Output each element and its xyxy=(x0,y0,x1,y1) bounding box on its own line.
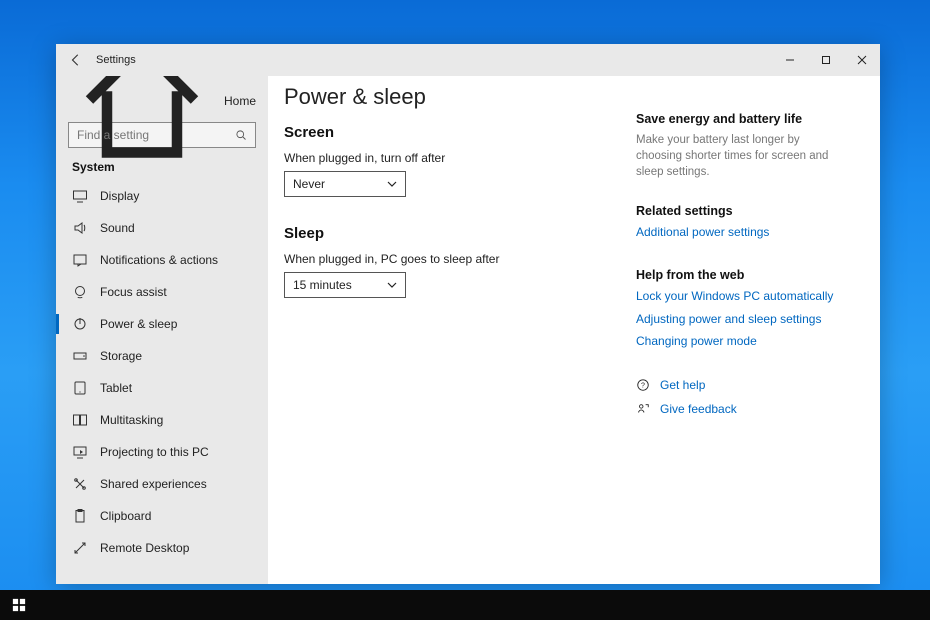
sidebar-item-label: Sound xyxy=(100,221,135,235)
start-button[interactable] xyxy=(4,590,34,620)
search-placeholder: Find a setting xyxy=(77,128,149,142)
sidebar-item-display[interactable]: Display xyxy=(68,180,256,212)
sidebar-item-clipboard[interactable]: Clipboard xyxy=(68,500,256,532)
tablet-icon xyxy=(72,380,88,396)
screen-turnoff-dropdown[interactable]: Never xyxy=(284,171,406,197)
sidebar-item-label: Notifications & actions xyxy=(100,253,218,267)
settings-window: Settings Home Find a setting xyxy=(56,44,880,584)
screen-heading: Screen xyxy=(284,124,620,141)
nav-list: Display Sound Notifications & actions Fo… xyxy=(68,180,256,564)
give-feedback-row[interactable]: Give feedback xyxy=(636,401,846,417)
window-controls xyxy=(772,44,880,76)
aside-column: Save energy and battery life Make your b… xyxy=(636,84,846,572)
home-label: Home xyxy=(224,94,256,108)
sidebar-item-notifications[interactable]: Notifications & actions xyxy=(68,244,256,276)
sidebar-item-focus-assist[interactable]: Focus assist xyxy=(68,276,256,308)
give-feedback-link[interactable]: Give feedback xyxy=(660,401,737,417)
help-heading: Help from the web xyxy=(636,268,846,282)
sidebar-item-label: Tablet xyxy=(100,381,132,395)
related-heading: Related settings xyxy=(636,204,846,218)
get-help-row[interactable]: ? Get help xyxy=(636,377,846,393)
sidebar-item-storage[interactable]: Storage xyxy=(68,340,256,372)
sleep-after-label: When plugged in, PC goes to sleep after xyxy=(284,252,620,266)
help-link-power-mode[interactable]: Changing power mode xyxy=(636,333,846,349)
windows-logo-icon xyxy=(12,598,26,612)
home-button[interactable]: Home xyxy=(68,86,256,116)
display-icon xyxy=(72,188,88,204)
shared-experiences-icon xyxy=(72,476,88,492)
sidebar-item-remote-desktop[interactable]: Remote Desktop xyxy=(68,532,256,564)
projecting-icon xyxy=(72,444,88,460)
maximize-icon xyxy=(821,55,831,65)
related-power-settings-link[interactable]: Additional power settings xyxy=(636,224,846,240)
get-help-icon: ? xyxy=(636,378,650,392)
main-column: Power & sleep Screen When plugged in, tu… xyxy=(284,84,620,572)
storage-icon xyxy=(72,348,88,364)
dropdown-value: 15 minutes xyxy=(293,278,352,292)
taskbar xyxy=(0,590,930,620)
sidebar-item-sound[interactable]: Sound xyxy=(68,212,256,244)
remote-desktop-icon xyxy=(72,540,88,556)
sidebar-item-label: Storage xyxy=(100,349,142,363)
sidebar-item-label: Power & sleep xyxy=(100,317,177,331)
search-icon xyxy=(235,129,247,141)
home-icon xyxy=(72,76,212,173)
sidebar-item-label: Display xyxy=(100,189,139,203)
sidebar-item-label: Remote Desktop xyxy=(100,541,189,555)
sleep-heading: Sleep xyxy=(284,225,620,242)
chevron-down-icon xyxy=(387,280,397,290)
close-button[interactable] xyxy=(844,44,880,76)
app-title: Settings xyxy=(96,54,136,66)
sidebar-item-label: Shared experiences xyxy=(100,477,207,491)
sidebar-item-label: Multitasking xyxy=(100,413,163,427)
sidebar-item-multitasking[interactable]: Multitasking xyxy=(68,404,256,436)
maximize-button[interactable] xyxy=(808,44,844,76)
sidebar-item-projecting[interactable]: Projecting to this PC xyxy=(68,436,256,468)
clipboard-icon xyxy=(72,508,88,524)
sound-icon xyxy=(72,220,88,236)
content-area: Power & sleep Screen When plugged in, tu… xyxy=(268,76,880,584)
help-link-lock-pc[interactable]: Lock your Windows PC automatically xyxy=(636,288,846,304)
energy-heading: Save energy and battery life xyxy=(636,112,846,126)
notifications-icon xyxy=(72,252,88,268)
sidebar-item-shared-experiences[interactable]: Shared experiences xyxy=(68,468,256,500)
page-title: Power & sleep xyxy=(284,84,620,110)
minimize-button[interactable] xyxy=(772,44,808,76)
multitasking-icon xyxy=(72,412,88,428)
sidebar-item-tablet[interactable]: Tablet xyxy=(68,372,256,404)
screen-turnoff-label: When plugged in, turn off after xyxy=(284,151,620,165)
help-link-adjust-power[interactable]: Adjusting power and sleep settings xyxy=(636,311,846,327)
sidebar-item-label: Projecting to this PC xyxy=(100,445,209,459)
sleep-after-dropdown[interactable]: 15 minutes xyxy=(284,272,406,298)
focus-assist-icon xyxy=(72,284,88,300)
chevron-down-icon xyxy=(387,179,397,189)
close-icon xyxy=(857,55,867,65)
back-button[interactable] xyxy=(56,44,96,76)
power-icon xyxy=(72,316,88,332)
sidebar-item-label: Clipboard xyxy=(100,509,151,523)
energy-text: Make your battery last longer by choosin… xyxy=(636,132,846,180)
svg-text:?: ? xyxy=(641,383,645,390)
get-help-link[interactable]: Get help xyxy=(660,377,705,393)
titlebar: Settings xyxy=(56,44,880,76)
sidebar-item-power-sleep[interactable]: Power & sleep xyxy=(68,308,256,340)
feedback-icon xyxy=(636,402,650,416)
arrow-left-icon xyxy=(69,53,83,67)
minimize-icon xyxy=(785,55,795,65)
sidebar-item-label: Focus assist xyxy=(100,285,167,299)
dropdown-value: Never xyxy=(293,177,325,191)
sidebar: Home Find a setting System Display Sound… xyxy=(56,76,268,584)
